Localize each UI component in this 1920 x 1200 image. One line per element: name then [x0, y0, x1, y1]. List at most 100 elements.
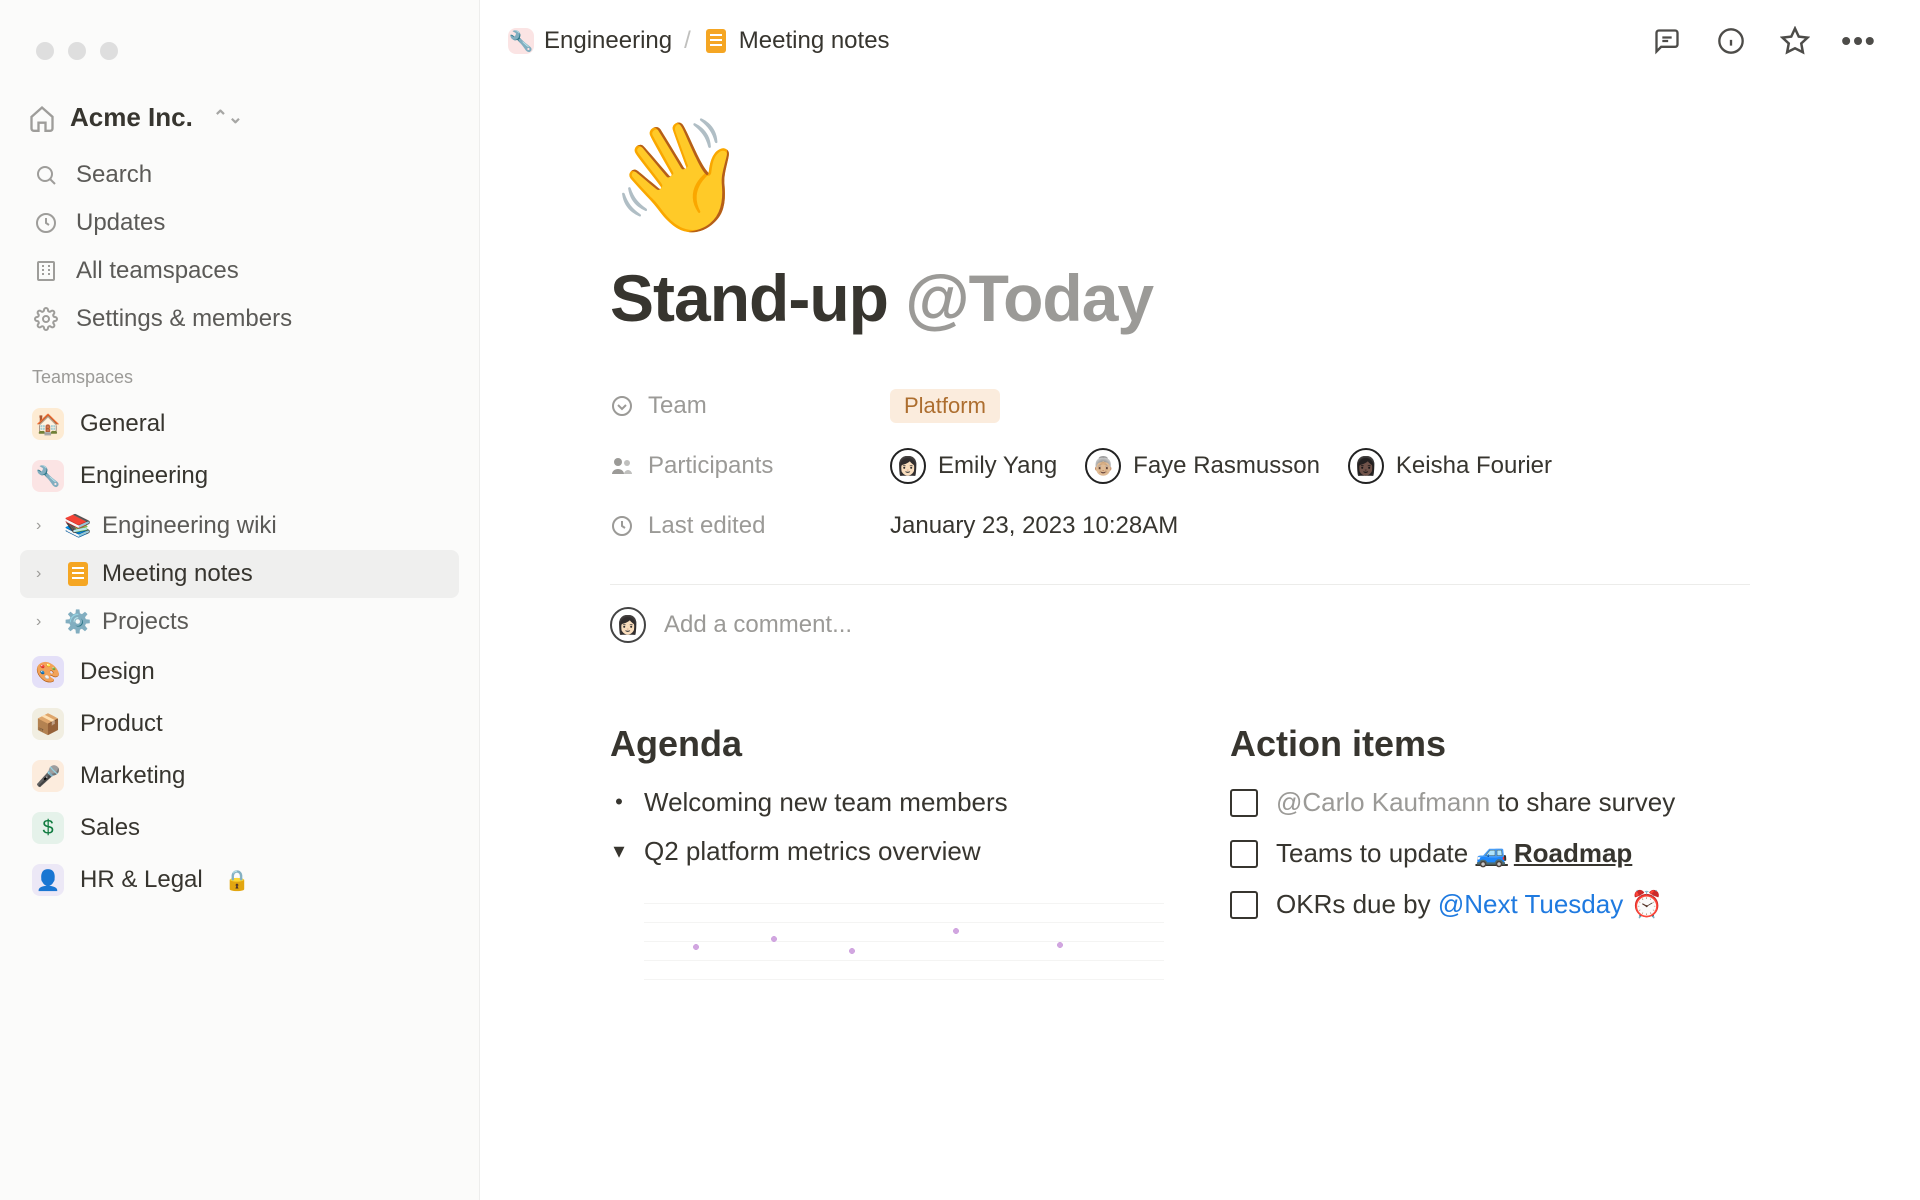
action-item[interactable]: Teams to update Roadmap: [1230, 838, 1810, 869]
breadcrumb-meeting-notes-label: Meeting notes: [739, 27, 890, 55]
teamspace-icon: 📦: [32, 708, 64, 740]
teamspace-label: Sales: [80, 814, 140, 842]
participant[interactable]: 👩🏻 Emily Yang: [890, 448, 1057, 484]
sidebar-updates[interactable]: Updates: [20, 199, 459, 247]
minimize-window-icon[interactable]: [68, 42, 86, 60]
page-properties: Team Platform Participants 👩🏻Emily Yang👵…: [610, 376, 1750, 556]
team-tag[interactable]: Platform: [890, 389, 1000, 423]
teamspace-marketing[interactable]: 🎤Marketing: [20, 750, 459, 802]
checkbox[interactable]: [1230, 840, 1258, 868]
bullet-icon: •: [610, 787, 628, 817]
page-engineering-wiki[interactable]: › 📚 Engineering wiki: [20, 502, 459, 550]
sidebar-all-teamspaces-label: All teamspaces: [76, 257, 239, 285]
close-window-icon[interactable]: [36, 42, 54, 60]
action-item[interactable]: @Carlo Kaufmann to share survey: [1230, 787, 1810, 818]
agenda-item[interactable]: • Welcoming new team members: [610, 787, 1190, 818]
date-mention[interactable]: @Next Tuesday: [1438, 889, 1663, 919]
sidebar-section-label: Teamspaces: [20, 343, 459, 398]
divider: [610, 584, 1750, 585]
sidebar-search-label: Search: [76, 161, 152, 189]
comment-placeholder: Add a comment...: [664, 611, 852, 639]
teamspace-label: Product: [80, 710, 163, 738]
chevron-down-circle-icon: [610, 394, 634, 418]
home-icon: [28, 104, 56, 132]
sidebar-search[interactable]: Search: [20, 151, 459, 199]
teamspace-general[interactable]: 🏠 General: [20, 398, 459, 450]
agenda-item[interactable]: ▾ Q2 platform metrics overview: [610, 836, 1190, 867]
teamspace-icon: 🏠: [32, 408, 64, 440]
page-emoji[interactable]: 👋: [610, 122, 1920, 232]
page-label: Engineering wiki: [102, 512, 277, 540]
workspace-switcher[interactable]: Acme Inc. ⌃⌄: [20, 94, 459, 151]
teamspace-icon: 🔧: [32, 460, 64, 492]
page-title-text: Stand-up: [610, 261, 905, 335]
teamspace-label: HR & Legal: [80, 866, 203, 894]
participant[interactable]: 👵🏼Faye Rasmusson: [1085, 448, 1320, 484]
workspace-name: Acme Inc.: [70, 102, 193, 133]
sidebar: Acme Inc. ⌃⌄ Search Updates All teamspac…: [0, 0, 480, 1200]
checkbox[interactable]: [1230, 789, 1258, 817]
agenda-text: Welcoming new team members: [644, 787, 1008, 818]
prop-participants[interactable]: Participants 👩🏻Emily Yang👵🏼Faye Rasmusso…: [610, 436, 1750, 496]
more-button[interactable]: •••: [1842, 24, 1876, 58]
window-traffic-lights: [36, 42, 459, 60]
building-icon: [32, 257, 60, 285]
page-label: Meeting notes: [102, 560, 253, 588]
favorite-button[interactable]: [1778, 24, 1812, 58]
clock-icon: [32, 209, 60, 237]
teamspace-engineering[interactable]: 🔧Engineering: [20, 450, 459, 502]
sidebar-all-teamspaces[interactable]: All teamspaces: [20, 247, 459, 295]
action-text: OKRs due by: [1276, 889, 1438, 919]
teamspace-label: General: [80, 410, 165, 438]
action-text: Teams to update: [1276, 838, 1475, 868]
page-projects[interactable]: ›⚙️Projects: [20, 598, 459, 646]
page-icon: 📚: [64, 513, 91, 539]
prop-last-edited-value: January 23, 2023 10:28AM: [890, 512, 1178, 540]
breadcrumb-separator: /: [684, 27, 691, 55]
action-item[interactable]: OKRs due by @Next Tuesday: [1230, 889, 1810, 920]
participant[interactable]: 👩🏿 Keisha Fourier: [1348, 448, 1552, 484]
metrics-chart-preview[interactable]: [644, 885, 1164, 985]
prop-team[interactable]: Team Platform: [610, 376, 1750, 436]
avatar: 👩🏻: [890, 448, 926, 484]
wrench-icon: 🔧: [508, 28, 534, 54]
gear-icon: [32, 305, 60, 333]
page-link[interactable]: Roadmap: [1475, 838, 1632, 868]
participant-name: Faye Rasmusson: [1133, 452, 1320, 480]
comment-composer[interactable]: 👩🏻 Add a comment...: [610, 607, 1920, 643]
avatar: 👩🏿: [1348, 448, 1384, 484]
prop-team-label: Team: [648, 392, 707, 420]
action-items-heading: Action items: [1230, 723, 1810, 765]
prop-last-edited[interactable]: Last edited January 23, 2023 10:28AM: [610, 496, 1750, 556]
sidebar-settings-label: Settings & members: [76, 305, 292, 333]
action-text: to share survey: [1490, 787, 1675, 817]
chevron-right-icon[interactable]: ›: [36, 517, 54, 535]
bullet-icon: ▾: [610, 836, 628, 866]
teamspace-sales[interactable]: $Sales: [20, 802, 459, 854]
page-meeting-notes[interactable]: › Meeting notes: [20, 550, 459, 598]
breadcrumb-meeting-notes[interactable]: Meeting notes: [703, 27, 890, 55]
breadcrumb-engineering-label: Engineering: [544, 27, 672, 55]
topbar: 🔧 Engineering / Meeting notes: [480, 0, 1920, 82]
info-button[interactable]: [1714, 24, 1748, 58]
teamspace-hr-legal[interactable]: 👤HR & Legal🔒: [20, 854, 459, 906]
participant-name: Emily Yang: [938, 452, 1057, 480]
checkbox[interactable]: [1230, 891, 1258, 919]
teamspace-product[interactable]: 📦 Product: [20, 698, 459, 750]
page-title-mention: @Today: [905, 261, 1153, 335]
teamspace-icon: 🎨: [32, 656, 64, 688]
participant-name: Keisha Fourier: [1396, 452, 1552, 480]
comments-button[interactable]: [1650, 24, 1684, 58]
user-mention[interactable]: @Carlo Kaufmann: [1276, 787, 1490, 817]
teamspace-design[interactable]: 🎨Design: [20, 646, 459, 698]
prop-last-edited-label: Last edited: [648, 512, 765, 540]
chevron-right-icon[interactable]: ›: [36, 565, 54, 583]
agenda-text: Q2 platform metrics overview: [644, 836, 981, 867]
breadcrumb-engineering[interactable]: 🔧 Engineering: [508, 27, 672, 55]
chevron-right-icon[interactable]: ›: [36, 613, 54, 631]
clock-icon: [610, 514, 634, 538]
action-items-column: Action items @Carlo Kaufmann to share su…: [1230, 723, 1810, 985]
sidebar-settings[interactable]: Settings & members: [20, 295, 459, 343]
page-title[interactable]: Stand-up @Today: [610, 260, 1920, 336]
zoom-window-icon[interactable]: [100, 42, 118, 60]
